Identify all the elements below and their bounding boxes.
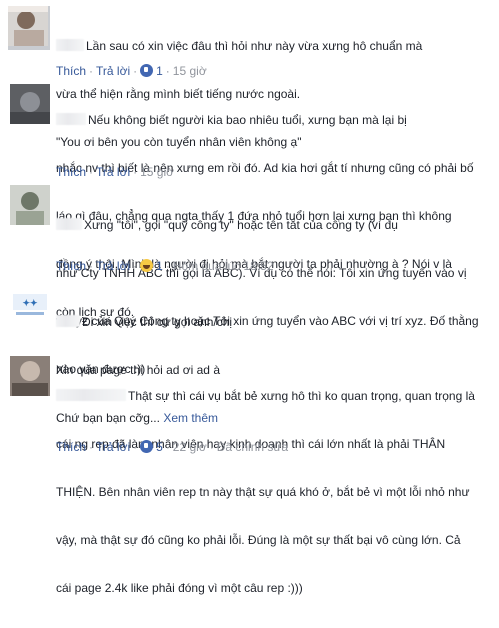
reply-link[interactable]: Trả lời bbox=[96, 259, 130, 273]
like-link[interactable]: Thích bbox=[56, 440, 86, 454]
comment-text: Thật sự thì cái vụ bắt bẻ xưng hô thì ko… bbox=[56, 389, 475, 595]
reply-link[interactable]: Trả lời bbox=[96, 165, 130, 179]
comment-actions: Thích · Trả lời · 5 · 22 giờ · Đã chỉnh sửa bbox=[56, 440, 289, 454]
edited-label[interactable]: Đã chỉnh sửa bbox=[217, 440, 288, 454]
like-icon[interactable] bbox=[140, 440, 154, 453]
reply-link[interactable]: Trả lời bbox=[96, 440, 130, 454]
commenter-name[interactable] bbox=[56, 113, 86, 125]
commenter-name[interactable] bbox=[56, 39, 84, 51]
avatar[interactable]: ✦✦ bbox=[10, 284, 50, 324]
reaction-count[interactable]: 5 bbox=[156, 440, 163, 454]
avatar[interactable] bbox=[10, 185, 50, 225]
avatar[interactable] bbox=[10, 356, 50, 396]
timestamp[interactable]: 15 giờ bbox=[140, 165, 174, 179]
blurred-avatar-image bbox=[10, 185, 50, 225]
svg-text:✦✦: ✦✦ bbox=[22, 298, 38, 308]
comment-actions: Thích · Trả lời · 1 · Hôm qua lúc 18:52 bbox=[56, 259, 274, 273]
like-link[interactable]: Thích bbox=[56, 64, 86, 78]
comment-actions: Thích · Trả lời · 15 giờ bbox=[56, 165, 174, 179]
like-link[interactable]: Thích bbox=[56, 259, 86, 273]
commenter-name[interactable] bbox=[56, 389, 126, 401]
haha-icon[interactable] bbox=[140, 259, 154, 272]
page-logo-avatar: ✦✦ bbox=[10, 284, 50, 324]
like-icon[interactable] bbox=[140, 64, 154, 77]
commenter-name[interactable] bbox=[56, 315, 80, 327]
reaction-count[interactable]: 1 bbox=[156, 64, 163, 78]
blurred-avatar-image bbox=[10, 84, 50, 124]
blurred-avatar-image bbox=[10, 356, 50, 396]
reaction-count[interactable]: 1 bbox=[156, 259, 163, 273]
blurred-avatar-image bbox=[8, 6, 48, 46]
like-link[interactable]: Thích bbox=[56, 165, 86, 179]
timestamp[interactable]: 15 giờ bbox=[173, 64, 207, 78]
commenter-name[interactable] bbox=[56, 218, 82, 230]
comment-actions: Thích · Trả lời · 1 · 15 giờ bbox=[56, 64, 207, 78]
reply-link[interactable]: Trả lời bbox=[96, 64, 130, 78]
avatar[interactable] bbox=[10, 84, 50, 124]
timestamp[interactable]: 22 giờ bbox=[173, 440, 207, 454]
timestamp[interactable]: Hôm qua lúc 18:52 bbox=[173, 259, 274, 273]
avatar[interactable] bbox=[8, 6, 50, 50]
